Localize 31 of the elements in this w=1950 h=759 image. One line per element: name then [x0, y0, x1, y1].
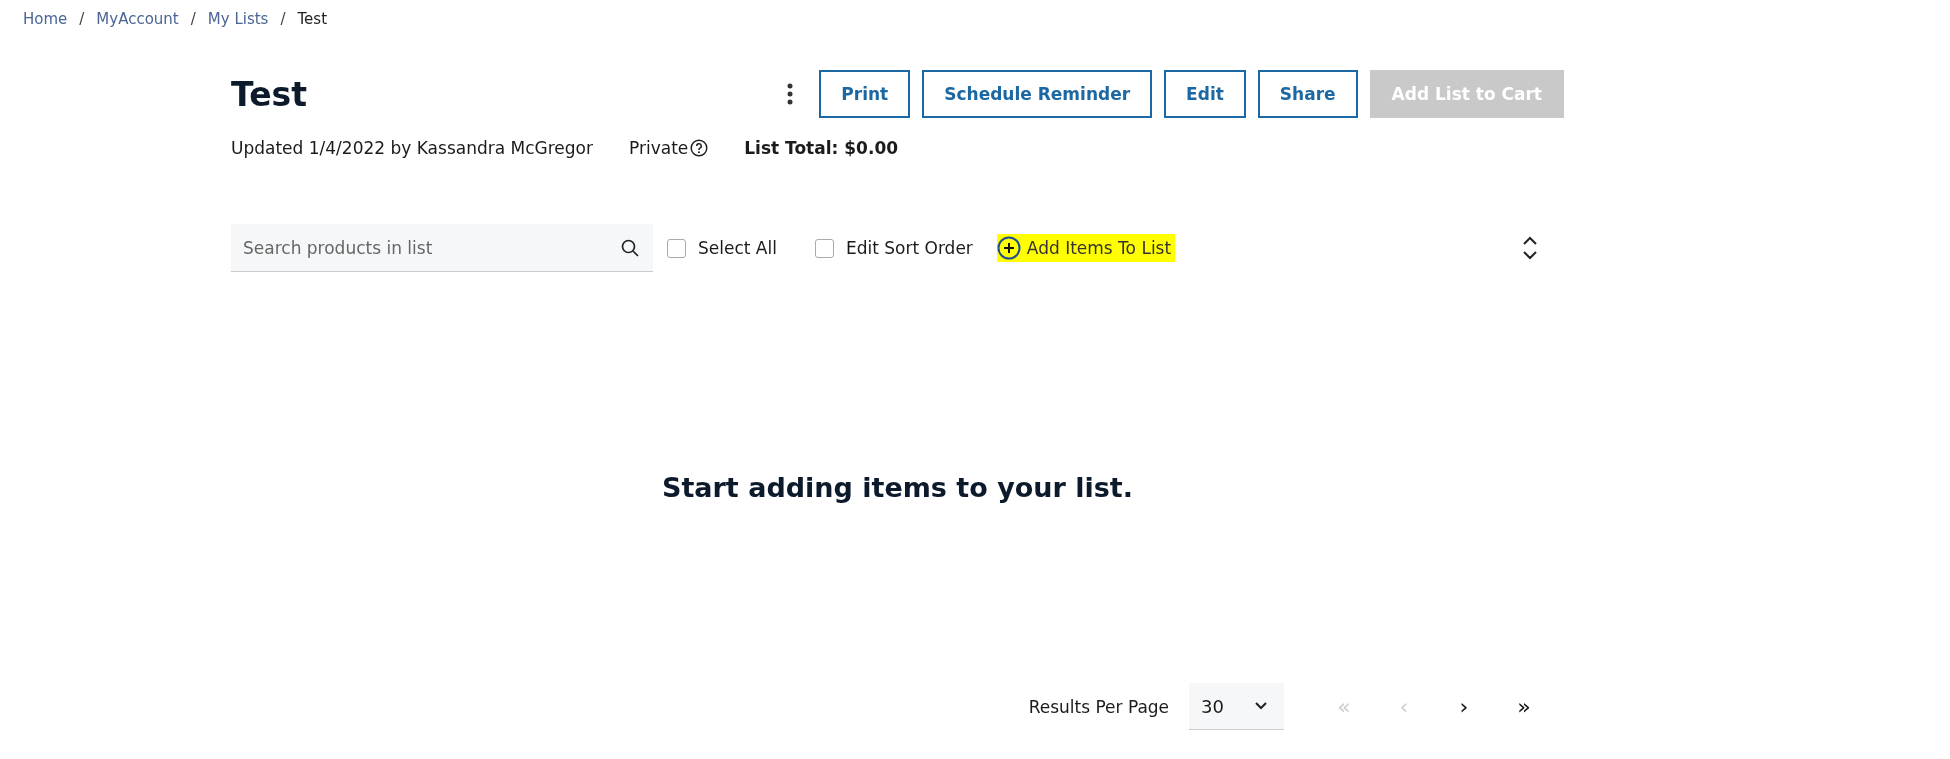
action-button[interactable]: Schedule Reminder [922, 70, 1153, 118]
visibility-text: Private [629, 138, 689, 158]
empty-message: Start adding items to your list. [661, 472, 1133, 503]
search-icon[interactable] [621, 239, 639, 257]
updated-text: Updated 1/4/2022 by Kassandra McGregor [231, 138, 593, 158]
action-button[interactable]: Print [819, 70, 911, 118]
page-button[interactable]: › [1434, 693, 1494, 720]
breadcrumb-separator: / [190, 10, 196, 28]
checkbox-label[interactable]: Edit Sort Order [845, 238, 973, 258]
checkbox[interactable] [814, 238, 834, 258]
checkbox[interactable] [667, 238, 686, 258]
list-total: List Total: $0.00 [744, 138, 899, 158]
breadcrumb-link[interactable]: My Lists [207, 10, 269, 28]
help-icon[interactable] [690, 139, 709, 157]
search-field[interactable]: Search products in list [231, 224, 653, 272]
more-options-icon[interactable] [787, 83, 794, 105]
action-button[interactable]: Share [1257, 70, 1358, 118]
page-button[interactable]: » [1494, 693, 1554, 720]
results-per-page-label: Results Per Page [1028, 696, 1170, 717]
breadcrumb-separator: / [79, 10, 85, 28]
chevron-down-icon[interactable] [1254, 701, 1268, 711]
sort-icon[interactable] [1522, 235, 1538, 261]
breadcrumb-link[interactable]: MyAccount [96, 10, 179, 28]
list-title: Test [231, 74, 307, 114]
breadcrumb-separator: / [280, 10, 286, 28]
per-page-select[interactable]: 30 [1189, 683, 1284, 730]
breadcrumb-link[interactable]: Home [23, 10, 68, 28]
action-button[interactable]: Edit [1164, 70, 1246, 118]
add-items-link[interactable]: Add Items To List [996, 234, 1176, 262]
checkbox-label[interactable]: Select All [698, 238, 777, 258]
plus-circle-icon[interactable] [996, 236, 1021, 260]
